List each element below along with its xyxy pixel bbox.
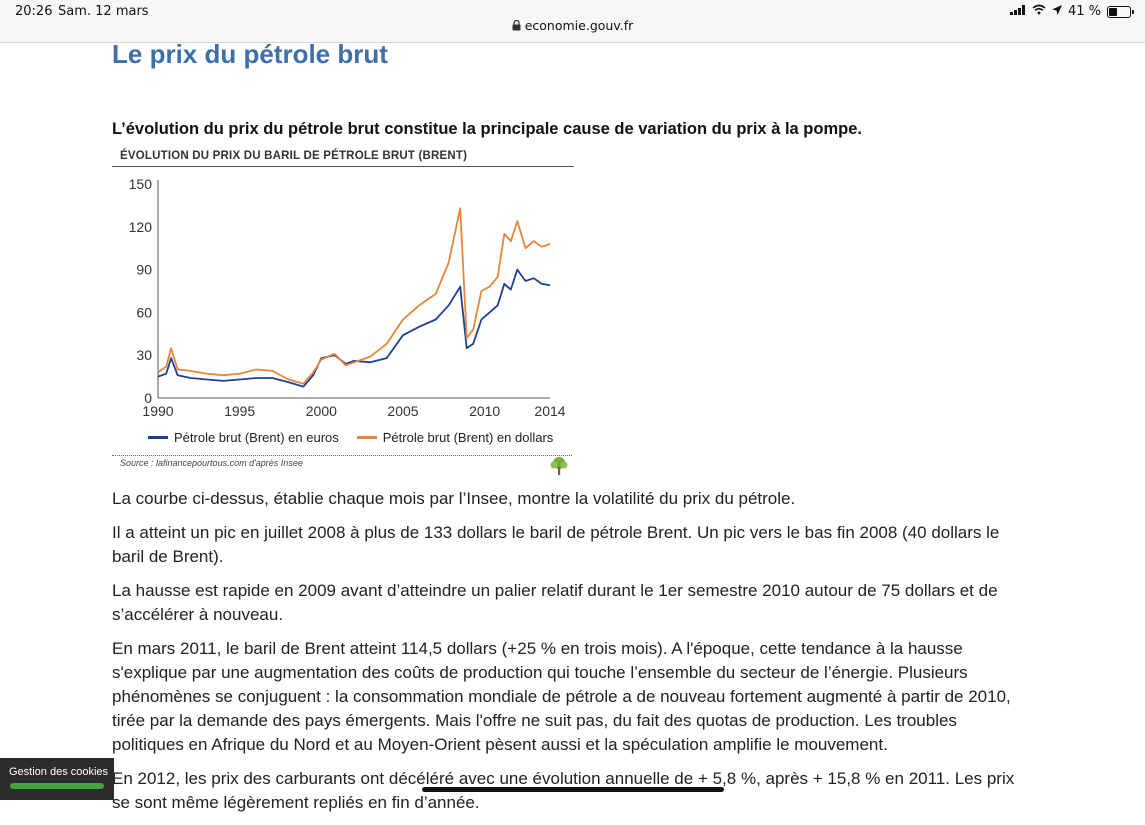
status-bar: 20:26 Sam. 12 mars economie.gouv.fr 41 % [0, 0, 1145, 43]
legend-item-dollars: Pétrole brut (Brent) en dollars [356, 430, 554, 445]
home-indicator[interactable] [422, 787, 724, 792]
series-line-dollars [157, 207, 551, 385]
paragraph: La hausse est rapide en 2009 avant d’att… [112, 581, 998, 624]
page-title: Le prix du pétrole brut [112, 42, 388, 69]
legend-swatch-dollars [356, 436, 377, 439]
status-indicators: 41 % [1009, 4, 1134, 19]
x-tick-label: 2010 [469, 403, 500, 419]
x-tick-label: 2005 [387, 403, 418, 419]
chart-title: ÉVOLUTION DU PRIX DU BARIL DE PÉTROLE BR… [120, 150, 468, 162]
battery-percent: 41 % [1067, 4, 1101, 19]
legend-item-euros: Pétrole brut (Brent) en euros [148, 430, 339, 445]
paragraph: La courbe ci-dessus, établie chaque mois… [112, 489, 796, 508]
paragraph: En mars 2011, le baril de Brent atteint … [112, 639, 1011, 754]
lock-icon [512, 18, 525, 33]
y-tick-label: 30 [136, 347, 152, 363]
legend-label-dollars: Pétrole brut (Brent) en dollars [382, 430, 554, 445]
address-bar[interactable]: economie.gouv.fr [0, 18, 1145, 33]
paragraph: Il a atteint un pic en juillet 2008 à pl… [112, 523, 1000, 566]
cookie-settings-button[interactable]: Gestion des cookies [0, 758, 114, 800]
chart-legend: Pétrole brut (Brent) en euros Pétrole br… [148, 430, 553, 445]
y-tick-label: 120 [129, 219, 153, 235]
status-time: 20:26 [15, 4, 53, 19]
article-body: La courbe ci-dessus, établie chaque mois… [112, 487, 1032, 825]
x-tick-label: 2000 [306, 403, 337, 419]
wifi-icon [1032, 4, 1046, 19]
y-tick-label: 150 [129, 176, 153, 192]
x-tick-label: 2014 [534, 403, 565, 419]
url-text: economie.gouv.fr [524, 18, 634, 33]
x-tick-label: 1990 [142, 403, 173, 419]
x-tick-label: 1995 [224, 403, 255, 419]
battery-icon [1107, 5, 1134, 18]
cookie-settings-label: Gestion des cookies [9, 766, 109, 778]
chart-figure: ÉVOLUTION DU PRIX DU BARIL DE PÉTROLE BR… [112, 150, 574, 480]
legend-swatch-euros [148, 436, 168, 439]
status-date: Sam. 12 mars [58, 4, 149, 19]
location-icon [1051, 4, 1062, 19]
chart-source-divider [112, 455, 572, 456]
cookie-settings-bar [10, 783, 104, 789]
article: Le prix du pétrole brut L’évolution du p… [112, 42, 1032, 812]
chart-source: Source : lafinancepourtous.com d'après I… [120, 458, 303, 468]
chart-title-rule [112, 166, 574, 167]
brent-price-chart: 03060901201501990 1995 2000 2005 2010 2014 [129, 176, 566, 419]
lead-text: L’évolution du prix du pétrole brut cons… [112, 120, 862, 138]
y-tick-label: 60 [136, 304, 152, 320]
tree-logo-icon [549, 456, 569, 481]
y-tick-label: 90 [136, 262, 152, 278]
series-line-euros [157, 268, 551, 388]
signal-icon [1009, 4, 1026, 19]
legend-label-euros: Pétrole brut (Brent) en euros [174, 430, 339, 445]
